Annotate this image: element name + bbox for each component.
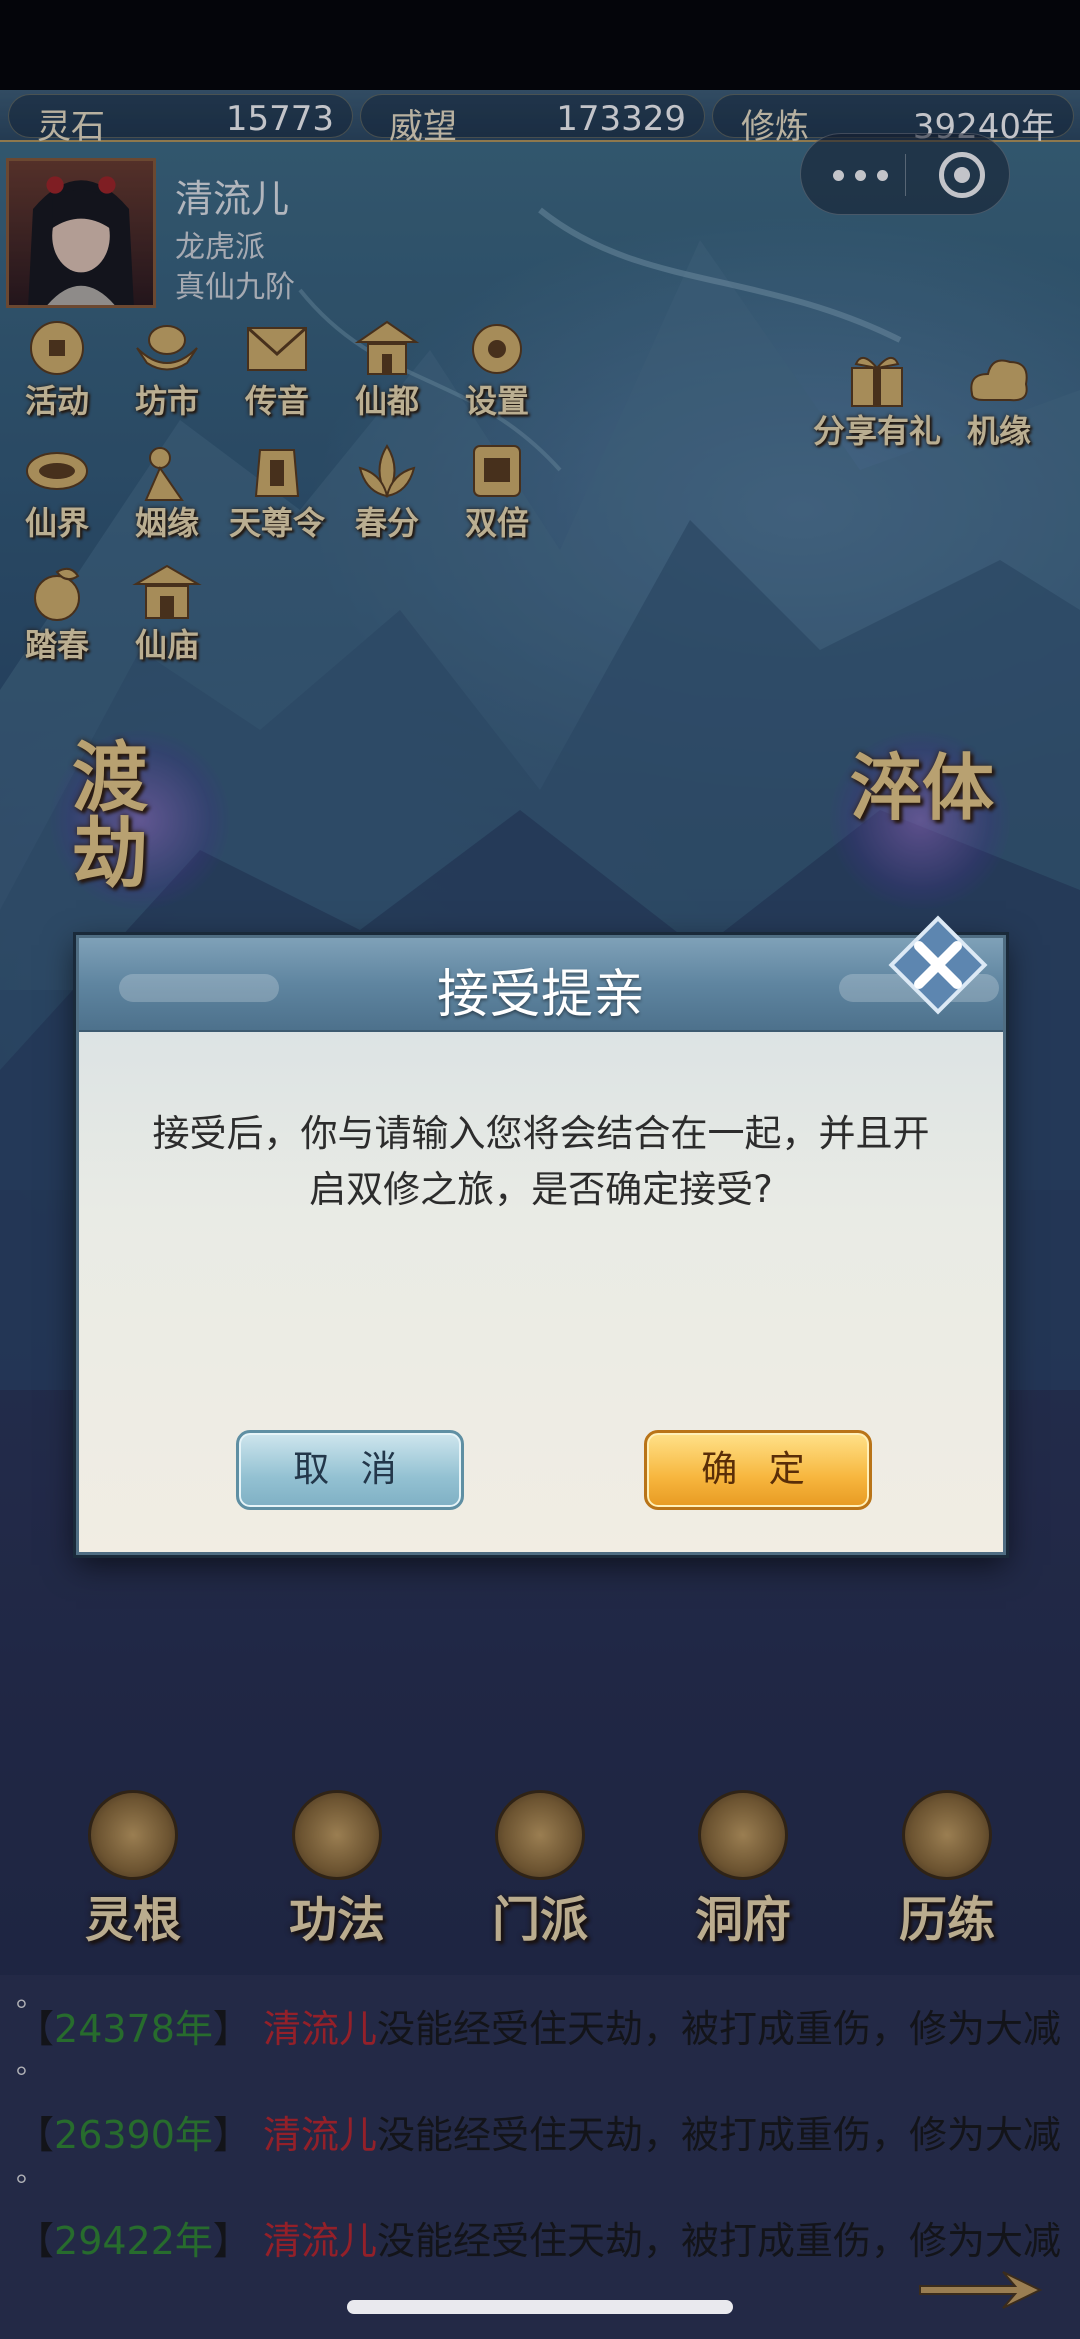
close-icon[interactable]	[883, 910, 993, 1020]
confirm-button[interactable]: 确 定	[644, 1430, 872, 1510]
dialog-header: 接受提亲	[79, 938, 1003, 1032]
proposal-dialog: 接受提亲 接受后，你与请输入您将会结合在一起，并且开启双修之旅，是否确定接受? …	[76, 935, 1006, 1555]
dialog-message: 接受后，你与请输入您将会结合在一起，并且开启双修之旅，是否确定接受?	[152, 1112, 930, 1211]
dialog-title: 接受提亲	[436, 965, 645, 1025]
cancel-button[interactable]: 取 消	[236, 1430, 464, 1510]
home-indicator	[347, 2300, 733, 2314]
